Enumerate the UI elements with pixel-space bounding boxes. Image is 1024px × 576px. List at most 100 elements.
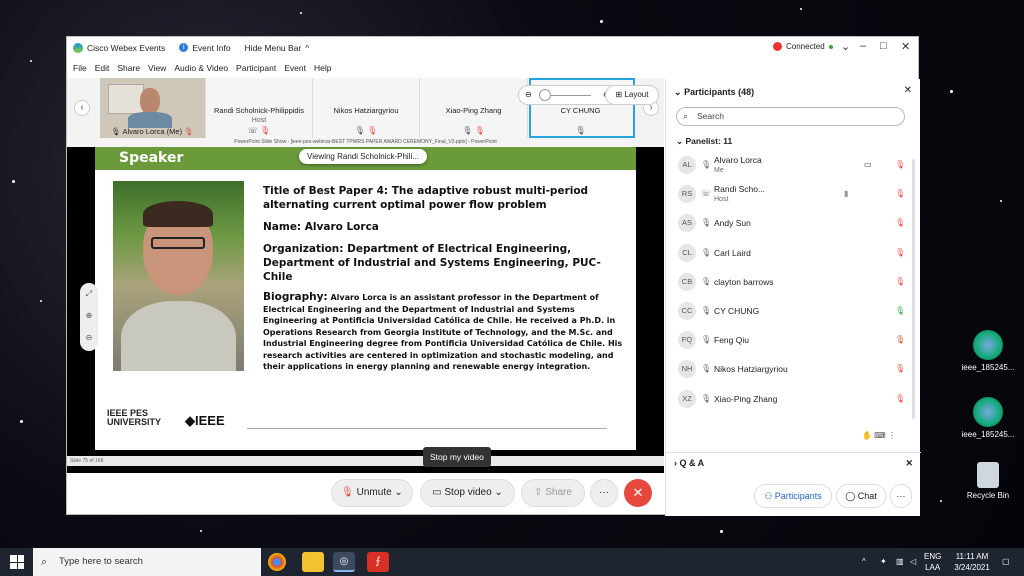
search-input[interactable]: ⌕ Search [676,107,905,126]
layout-icon: ⊞ [615,90,623,99]
menu-file[interactable]: File [73,63,87,73]
close-qa-icon[interactable]: ✕ [905,453,913,473]
app-title: Cisco Webex Events [73,42,165,53]
chevron-down-icon[interactable]: ⌄ [841,40,850,53]
menu-help[interactable]: Help [314,63,331,73]
mic-muted-icon: 🎙 🎙 [354,126,378,135]
scrollbar[interactable] [912,159,915,419]
powerpoint-titlebar: PowerPoint Slide Show - [ieee-pes-webina… [67,138,664,147]
prev-thumbs-button[interactable]: ‹ [74,100,90,116]
muted-icon[interactable]: 🎙 [895,218,905,227]
muted-icon[interactable]: 🎙 [895,364,905,373]
maximize-button[interactable]: □ [880,40,887,52]
unmute-button[interactable]: 🎙 Unmute ⌄ [331,479,413,507]
notifications-icon[interactable]: ▢ [1002,556,1010,567]
desktop-icon-ieee-2[interactable]: ieee_185245... [958,397,1018,439]
participant-row[interactable]: AL 🎙 Alvaro Lorca Me ▭ 🎙 [666,151,911,180]
webex-taskbar-icon[interactable]: ◎ [333,552,355,572]
muted-icon[interactable]: 🎙 [895,160,905,169]
muted-icon[interactable]: 🎙 [895,277,905,286]
zoom-out-icon[interactable]: ⊖ [80,327,98,349]
participants-tab-button[interactable]: ⚇ Participants [754,484,832,508]
zoom-out-icon[interactable]: ⊖ [525,86,532,104]
network-icon[interactable]: ▥ [896,556,904,567]
video-thumb-self[interactable]: 🎙 Alvaro Lorca (Me) 🎙 [100,78,206,138]
dropbox-icon[interactable]: ✦ [880,556,887,567]
zoom-slider[interactable]: ⊖⊕ [518,85,618,105]
event-info-button[interactable]: i Event Info [179,43,231,53]
zoom-in-icon[interactable]: ⊕ [80,305,98,327]
mic-icon: 🎙 [701,335,712,345]
shared-content: PowerPoint Slide Show - [ieee-pes-webina… [67,138,664,473]
ieee-pes-university-logo: IEEE PES UNIVERSITY [107,408,162,427]
video-thumb-randi[interactable]: Randi Scholnick-Philippidis Host ☏ 🎙 [206,78,313,138]
more-panels-button[interactable]: ··· [890,484,912,508]
stop-video-button[interactable]: ▭ Stop video ⌄ [420,479,515,507]
fit-icon[interactable]: ⤢ [80,283,98,305]
list-action-icons[interactable]: ✋ ⌨ ⋮ [862,431,896,440]
taskbar-search[interactable]: ⌕ Type here to search [33,548,261,576]
close-panel-icon[interactable]: ✕ [904,85,912,96]
desktop-icon-recycle-bin[interactable]: Recycle Bin [958,462,1018,500]
desktop-icon-ieee-1[interactable]: ieee_185245... [958,330,1018,372]
mic-muted-icon: 🎙 [341,487,354,498]
share-button[interactable]: ⇪ Share [521,479,585,507]
layout-button[interactable]: ⊞ Layout [605,85,659,105]
participant-row[interactable]: XZ 🎙 Xiao-Ping Zhang 🎙 [666,385,911,414]
menu-share[interactable]: Share [117,63,140,73]
menu-event[interactable]: Event [284,63,306,73]
muted-icon[interactable]: 🎙 [895,248,905,257]
divider [247,428,607,429]
connected-dot-icon [828,44,833,49]
thumb-sub: (Me) [166,127,183,136]
mic-icon: 🎙 [111,127,121,136]
participant-row[interactable]: AS 🎙 Andy Sun 🎙 [666,209,911,238]
minimize-button[interactable]: – [860,40,866,52]
avatar: NH [678,360,696,379]
file-explorer-icon[interactable] [302,552,324,572]
share-icon: ⇪ [534,487,543,498]
signal-icon: ▮ [844,189,849,199]
participant-row[interactable]: CC 🎙 CY CHUNG 🎙 [666,297,911,326]
powerpoint-statusbar: Slide 75 of 168 [67,456,664,466]
leave-event-button[interactable]: ✕ [624,479,652,507]
chevron-down-icon[interactable]: ⌄ [674,87,682,97]
muted-icon[interactable]: 🎙 [895,394,905,403]
speaker-org: Organization: Department of Electrical E… [263,243,601,283]
participant-row[interactable]: RS ☏ Randi Scho... Host ▮ 🎙 [666,180,911,209]
menu-view[interactable]: View [148,63,166,73]
start-button[interactable] [10,555,24,569]
menu-participant[interactable]: Participant [236,63,276,73]
more-options-button[interactable]: ··· [590,479,618,507]
avatar: RS [678,185,696,204]
speaker-photo [113,181,244,371]
muted-icon[interactable]: 🎙 [895,335,905,344]
viewing-indicator[interactable]: Viewing Randi Scholnick-Phili... [299,149,427,164]
avatar: CB [678,272,696,291]
chevron-up-icon: ^ [305,42,310,53]
chevron-down-icon: ⌄ [676,136,684,146]
panelist-header[interactable]: ⌄ Panelist: 11 [676,136,732,147]
chrome-icon[interactable] [268,553,286,571]
close-button[interactable]: ✕ [901,40,910,53]
volume-icon[interactable]: ◁ [910,556,916,567]
language-indicator[interactable]: ENG LAA [924,551,941,573]
participant-row[interactable]: NH 🎙 Nikos Hatziargyriou 🎙 [666,355,911,384]
participant-row[interactable]: CB 🎙 clayton barrows 🎙 [666,268,911,297]
video-thumb-nikos[interactable]: Nikos Hatziargyriou 🎙 🎙 [313,78,420,138]
acrobat-icon[interactable]: ⨍ [367,552,389,572]
zoom-handle[interactable] [539,89,551,101]
participant-row[interactable]: CL 🎙 Carl Laird 🎙 [666,239,911,268]
hide-menu-bar-button[interactable]: Hide Menu Bar ^ [245,43,310,53]
video-thumb-xiao[interactable]: Xiao-Ping Zhang 🎙 🎙 [420,78,528,138]
muted-icon[interactable]: 🎙 [895,189,905,198]
menu-audio-video[interactable]: Audio & Video [174,63,228,73]
chat-tab-button[interactable]: ◯ Chat [836,484,886,508]
menu-bar: File Edit Share View Audio & Video Parti… [67,58,918,78]
menu-edit[interactable]: Edit [95,63,110,73]
clock[interactable]: 11:11 AM 3/24/2021 [950,551,994,573]
mic-active-icon[interactable]: 🎙 [895,306,905,315]
tray-chevron-icon[interactable]: ^ [862,556,866,567]
participant-row[interactable]: FQ 🎙 Feng Qiu 🎙 [666,326,911,355]
qa-section[interactable]: › Q & A ✕ [666,452,921,474]
